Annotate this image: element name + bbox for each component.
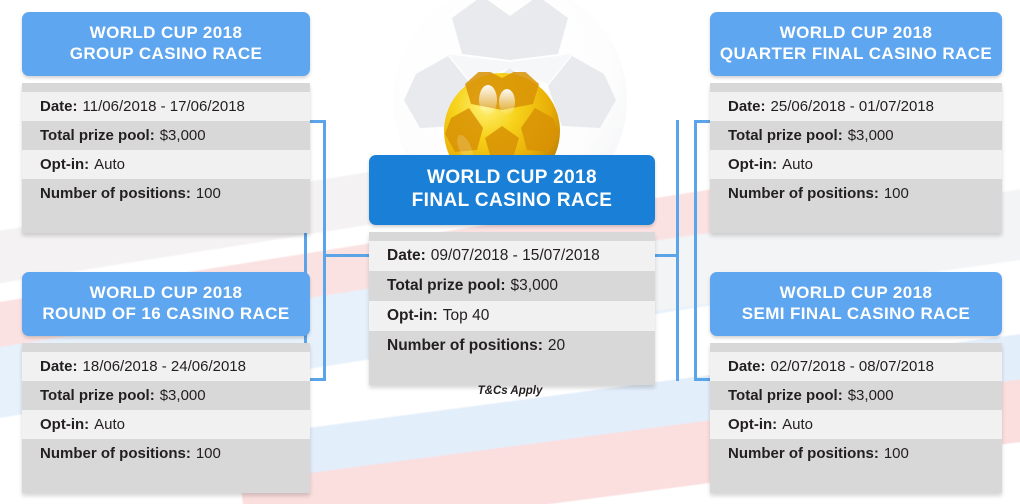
race-card-quarter-final-row-prize: Total prize pool: $3,000	[710, 121, 1002, 150]
race-card-semi-final-body: Date: 02/07/2018 - 08/07/2018 Total priz…	[710, 343, 1002, 494]
race-card-round-of-16-header: WORLD CUP 2018 ROUND OF 16 CASINO RACE	[22, 272, 310, 337]
race-card-final-row-optin: Opt-in: Top 40	[369, 301, 655, 332]
label-date: Date:	[40, 358, 78, 376]
race-card-final-row-date: Date: 09/07/2018 - 15/07/2018	[369, 241, 655, 272]
race-card-round-of-16-row-optin: Opt-in: Auto	[22, 410, 310, 440]
race-card-group-row-prize: Total prize pool: $3,000	[22, 121, 310, 150]
race-card-round-of-16[interactable]: WORLD CUP 2018 ROUND OF 16 CASINO RACE D…	[22, 272, 310, 494]
race-card-group-row-date: Date: 11/06/2018 - 17/06/2018	[22, 92, 310, 122]
race-card-quarter-final-body: Date: 25/06/2018 - 01/07/2018 Total priz…	[710, 83, 1002, 234]
terms-and-conditions-note: T&Cs Apply	[477, 385, 543, 397]
label-positions: Number of positions:	[40, 445, 191, 463]
label-opt-in: Opt-in:	[387, 307, 438, 325]
value-opt-in: Auto	[94, 416, 126, 434]
race-card-semi-final[interactable]: WORLD CUP 2018 SEMI FINAL CASINO RACE Da…	[710, 272, 1002, 494]
race-card-final-title-line2: FINAL CASINO RACE	[411, 190, 613, 212]
label-date: Date:	[728, 98, 766, 116]
race-card-round-of-16-title-line2: ROUND OF 16 CASINO RACE	[42, 303, 290, 323]
race-card-group-body: Date: 11/06/2018 - 17/06/2018 Total priz…	[22, 83, 310, 234]
value-positions: 100	[195, 185, 221, 203]
race-card-semi-final-row-positions: Number of positions: 100	[710, 439, 1002, 468]
race-card-semi-final-row-date: Date: 02/07/2018 - 08/07/2018	[710, 352, 1002, 382]
value-positions: 100	[195, 445, 221, 463]
race-card-semi-final-row-optin: Opt-in: Auto	[710, 410, 1002, 440]
race-card-final-title-line1: WORLD CUP 2018	[427, 167, 597, 188]
value-date: 02/07/2018 - 08/07/2018	[770, 358, 934, 376]
race-card-quarter-final-row-optin: Opt-in: Auto	[710, 150, 1002, 180]
label-date: Date:	[728, 358, 766, 376]
race-card-final-row-positions: Number of positions: 20	[369, 331, 655, 361]
race-card-group[interactable]: WORLD CUP 2018 GROUP CASINO RACE Date: 1…	[22, 12, 310, 234]
race-card-semi-final-title-line2: SEMI FINAL CASINO RACE	[741, 303, 971, 323]
race-card-final-body: Date: 09/07/2018 - 15/07/2018 Total priz…	[369, 232, 655, 386]
race-card-round-of-16-title-line1: WORLD CUP 2018	[89, 283, 243, 302]
race-card-quarter-final[interactable]: WORLD CUP 2018 QUARTER FINAL CASINO RACE…	[710, 12, 1002, 234]
race-card-round-of-16-body: Date: 18/06/2018 - 24/06/2018 Total priz…	[22, 343, 310, 494]
race-card-quarter-final-title-line2: QUARTER FINAL CASINO RACE	[719, 43, 993, 63]
label-opt-in: Opt-in:	[40, 416, 90, 434]
value-opt-in: Top 40	[442, 307, 490, 325]
bracket-line-left-to-final	[323, 254, 370, 257]
label-opt-in: Opt-in:	[728, 416, 778, 434]
value-positions: 100	[883, 445, 909, 463]
label-date: Date:	[40, 98, 78, 116]
bracket-line-right-inner-vertical	[676, 120, 679, 381]
value-opt-in: Auto	[94, 156, 126, 174]
value-date: 11/06/2018 - 17/06/2018	[82, 98, 245, 116]
value-positions: 20	[547, 337, 566, 355]
race-card-round-of-16-row-positions: Number of positions: 100	[22, 439, 310, 468]
label-opt-in: Opt-in:	[728, 156, 778, 174]
bracket-line-left-inner-vertical	[323, 120, 326, 381]
bracket-line-right-outer-vertical	[694, 120, 697, 381]
race-card-quarter-final-row-date: Date: 25/06/2018 - 01/07/2018	[710, 92, 1002, 122]
race-card-quarter-final-title-line1: WORLD CUP 2018	[779, 23, 933, 42]
race-card-group-header: WORLD CUP 2018 GROUP CASINO RACE	[22, 12, 310, 77]
label-positions: Number of positions:	[387, 337, 543, 355]
label-positions: Number of positions:	[728, 185, 879, 203]
race-card-group-title-line1: WORLD CUP 2018	[89, 23, 243, 42]
race-card-final-header: WORLD CUP 2018 FINAL CASINO RACE	[369, 155, 655, 226]
value-date: 18/06/2018 - 24/06/2018	[82, 358, 246, 376]
label-positions: Number of positions:	[728, 445, 879, 463]
label-date: Date:	[387, 247, 426, 265]
race-card-semi-final-title-line1: WORLD CUP 2018	[779, 283, 933, 302]
race-card-group-row-optin: Opt-in: Auto	[22, 150, 310, 180]
world-cup-casino-race-promo: WORLD CUP 2018 GROUP CASINO RACE Date: 1…	[0, 0, 1020, 504]
race-card-final-row-prize: Total prize pool: $3,000	[369, 271, 655, 301]
value-prize-pool: $3,000	[510, 277, 558, 295]
race-card-round-of-16-row-date: Date: 18/06/2018 - 24/06/2018	[22, 352, 310, 382]
race-card-quarter-final-header: WORLD CUP 2018 QUARTER FINAL CASINO RACE	[710, 12, 1002, 77]
race-card-semi-final-header: WORLD CUP 2018 SEMI FINAL CASINO RACE	[710, 272, 1002, 337]
label-prize-pool: Total prize pool:	[728, 127, 843, 145]
race-card-group-row-positions: Number of positions: 100	[22, 179, 310, 208]
label-prize-pool: Total prize pool:	[387, 277, 506, 295]
value-positions: 100	[883, 185, 909, 203]
label-opt-in: Opt-in:	[40, 156, 90, 174]
value-opt-in: Auto	[782, 416, 814, 434]
bracket-line-right-to-final	[652, 254, 679, 257]
race-card-quarter-final-row-positions: Number of positions: 100	[710, 179, 1002, 208]
race-card-final[interactable]: WORLD CUP 2018 FINAL CASINO RACE Date: 0…	[369, 155, 655, 386]
value-date: 09/07/2018 - 15/07/2018	[430, 247, 600, 265]
value-prize-pool: $3,000	[159, 127, 206, 145]
race-card-group-title-line2: GROUP CASINO RACE	[69, 43, 263, 63]
value-date: 25/06/2018 - 01/07/2018	[770, 98, 934, 116]
label-positions: Number of positions:	[40, 185, 191, 203]
value-opt-in: Auto	[782, 156, 814, 174]
label-prize-pool: Total prize pool:	[40, 127, 155, 145]
value-prize-pool: $3,000	[847, 127, 894, 145]
